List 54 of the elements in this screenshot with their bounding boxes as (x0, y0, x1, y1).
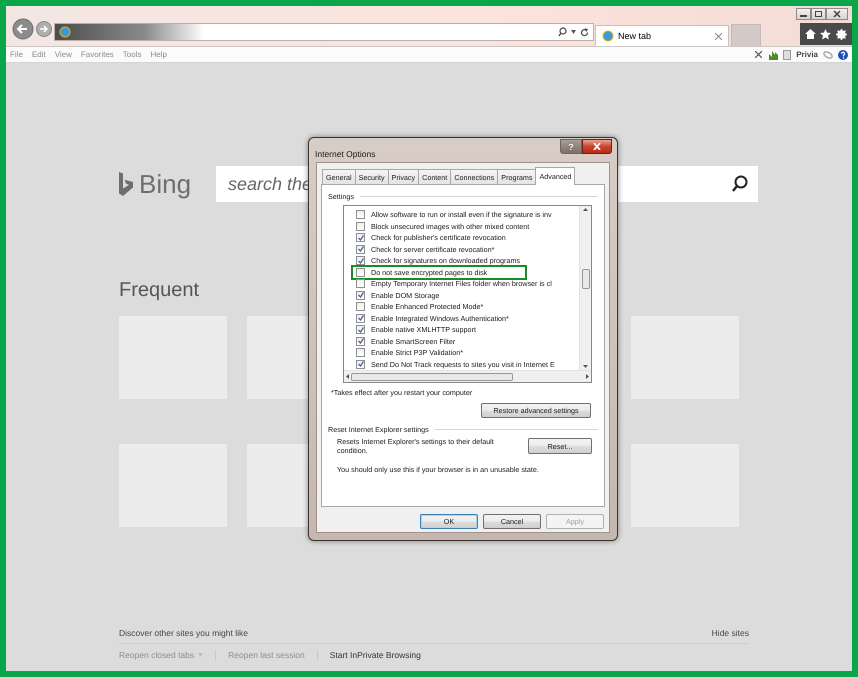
check-icon (358, 292, 364, 298)
browser-tab[interactable]: New tab (595, 25, 729, 46)
checkbox[interactable] (356, 244, 365, 254)
scroll-thumb[interactable] (351, 372, 513, 380)
checkbox[interactable] (356, 268, 365, 277)
account-name[interactable]: Privia (796, 50, 818, 59)
left-arrow-icon[interactable] (346, 374, 349, 379)
back-icon[interactable] (12, 18, 34, 40)
globe-icon (602, 30, 614, 42)
checkbox[interactable] (356, 336, 365, 346)
close-icon (593, 143, 601, 150)
right-arrow-icon[interactable] (586, 374, 589, 379)
check-icon (358, 361, 364, 368)
down-arrow-icon[interactable] (583, 365, 588, 368)
globe-icon (59, 26, 71, 38)
forward-icon[interactable] (36, 21, 52, 37)
refresh-icon[interactable] (580, 28, 589, 36)
maximize-icon[interactable] (811, 8, 826, 20)
checkbox[interactable] (356, 233, 365, 242)
checkbox[interactable] (356, 314, 365, 323)
page-icon[interactable] (783, 50, 792, 60)
home-icon[interactable] (805, 29, 816, 39)
search-icon[interactable] (558, 27, 567, 37)
hide-sites-link[interactable]: Hide sites (712, 628, 749, 638)
checkbox[interactable] (356, 210, 365, 220)
checkbox[interactable] (356, 325, 365, 334)
star-icon[interactable] (820, 28, 832, 40)
search-icon[interactable] (732, 175, 748, 193)
settings-icon[interactable] (836, 28, 847, 40)
plant-icon[interactable] (767, 50, 778, 60)
minimize-icon[interactable] (796, 8, 811, 20)
section-title: Frequent (119, 279, 200, 302)
bing-logo-icon (119, 172, 133, 196)
settings-list[interactable] (343, 205, 592, 383)
checkbox[interactable] (356, 360, 365, 369)
checkbox[interactable] (356, 290, 365, 300)
checkbox[interactable] (356, 256, 365, 266)
checkbox[interactable] (356, 348, 365, 358)
logo-text: Bing (139, 168, 192, 200)
dialog-title: Internet Options (315, 148, 376, 159)
up-arrow-icon[interactable] (583, 208, 588, 211)
checkbox[interactable] (356, 302, 365, 312)
caret-icon[interactable] (571, 30, 576, 34)
checkbox[interactable] (356, 222, 365, 231)
help-icon[interactable] (838, 50, 848, 60)
tab-title: New tab (618, 31, 652, 41)
checkbox[interactable] (356, 279, 365, 288)
page-link[interactable]: Start InPrivate Browsing (330, 650, 421, 660)
discover-text: Discover other sites you might like (119, 628, 248, 638)
address-bar[interactable] (54, 23, 594, 41)
close-icon[interactable] (755, 51, 762, 58)
close-icon[interactable] (826, 8, 848, 20)
scroll-thumb[interactable] (582, 269, 590, 289)
close-button[interactable] (582, 139, 612, 154)
